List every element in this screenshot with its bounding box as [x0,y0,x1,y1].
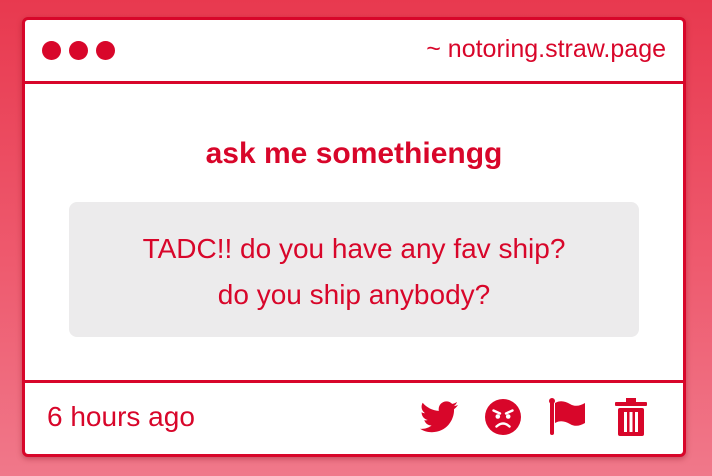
prompt-title: ask me somethiengg [205,137,503,170]
delete-button[interactable] [612,398,650,436]
report-button[interactable] [548,398,586,436]
page-url[interactable]: ~ notoring.straw.page [426,34,666,64]
trash-icon [615,398,647,436]
flag-icon [549,398,585,435]
action-bar [420,398,650,436]
angry-face-icon [485,399,521,435]
twitter-bird-icon [420,401,458,433]
question-card: ~ notoring.straw.page ask me somethiengg… [22,17,686,457]
question-line-1: TADC!! do you have any fav ship? [142,233,566,264]
card-footer: 6 hours ago [25,380,683,454]
window-dot-3 [96,41,115,60]
window-controls [42,41,115,60]
react-button[interactable] [484,398,522,436]
window-dot-1 [42,41,61,60]
card-body: ask me somethiengg TADC!! do you have an… [25,84,683,383]
question-line-2: do you ship anybody? [217,279,491,310]
question-box: TADC!! do you have any fav ship? do you … [69,202,639,337]
timestamp: 6 hours ago [47,401,195,432]
window-dot-2 [69,41,88,60]
twitter-share-button[interactable] [420,398,458,436]
window-titlebar: ~ notoring.straw.page [25,20,683,84]
